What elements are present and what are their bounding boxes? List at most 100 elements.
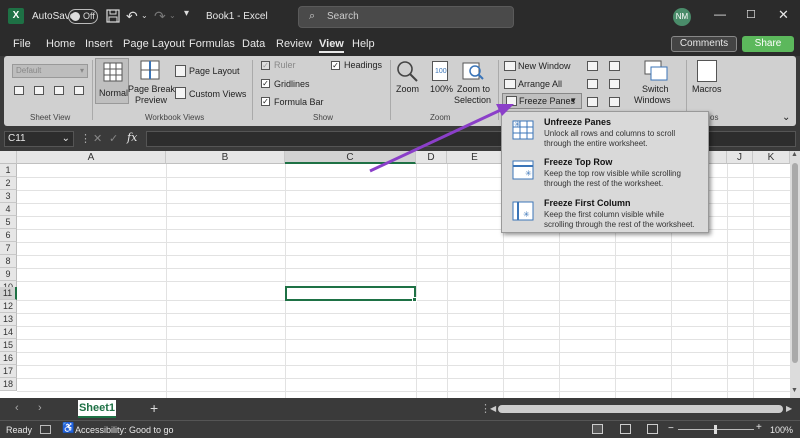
row-header[interactable]: 4 (0, 203, 17, 216)
search-box[interactable]: ⌕ Search (298, 6, 514, 28)
page-layout-button[interactable]: Page Layout (189, 66, 240, 76)
gridlines-checkbox[interactable]: ✓ (261, 79, 270, 88)
unhide-icon[interactable] (587, 97, 598, 107)
column-header[interactable]: K (753, 151, 790, 164)
sheet-view-exit-icon[interactable] (34, 86, 44, 95)
headings-checkbox[interactable]: ✓ (331, 61, 340, 70)
arrange-all-button[interactable]: Arrange All (518, 79, 562, 89)
scroll-down-icon[interactable]: ▼ (791, 387, 798, 394)
row-header[interactable]: 13 (0, 313, 17, 326)
row-header[interactable]: 18 (0, 378, 17, 391)
menu-review[interactable]: Review (276, 38, 312, 50)
menu-item-freeze-first-column[interactable]: ✳ Freeze First Column Keep the first col… (502, 195, 708, 233)
menu-page-layout[interactable]: Page Layout (123, 38, 185, 50)
scroll-up-icon[interactable]: ▲ (791, 151, 798, 158)
selected-cell-c11[interactable] (285, 286, 416, 301)
column-header[interactable]: B (166, 151, 285, 164)
sheet-view-dropdown[interactable]: Default ▾ (12, 64, 88, 78)
menu-item-unfreeze-panes[interactable]: ✳ Unfreeze Panes Unlock all rows and col… (502, 114, 708, 152)
menu-formulas[interactable]: Formulas (189, 38, 235, 50)
normal-view-button[interactable]: Normal (95, 58, 129, 104)
prev-sheet-icon[interactable]: ‹ (15, 402, 19, 414)
redo-dropdown-icon[interactable]: ⌄ (169, 11, 176, 20)
synchronous-scrolling-icon[interactable] (609, 79, 620, 89)
ribbon-collapse-icon[interactable]: ⌄ (782, 112, 790, 123)
column-header[interactable]: A (17, 151, 166, 164)
macros-icon[interactable] (697, 60, 717, 82)
menu-insert[interactable]: Insert (85, 38, 113, 50)
select-all-corner[interactable] (0, 151, 17, 164)
switch-windows-label-1[interactable]: Switch (642, 84, 669, 94)
freeze-panes-button[interactable]: Freeze Panes ▾ (502, 93, 582, 109)
maximize-icon[interactable]: ☐ (746, 8, 756, 21)
view-side-by-side-icon[interactable] (609, 61, 620, 71)
reset-window-position-icon[interactable] (609, 97, 620, 107)
column-header[interactable]: C (285, 151, 416, 164)
row-header[interactable]: 12 (0, 300, 17, 313)
zoom-selection-label-1[interactable]: Zoom to (457, 84, 490, 94)
sheet-tab-sheet1[interactable]: Sheet1 (78, 400, 116, 418)
column-header[interactable]: J (727, 151, 753, 164)
column-header[interactable]: D (416, 151, 447, 164)
page-layout-status-icon[interactable] (620, 424, 631, 434)
row-header[interactable]: 11 (0, 287, 17, 300)
close-icon[interactable]: ✕ (778, 7, 789, 23)
zoom-button[interactable]: Zoom (396, 84, 419, 94)
zoom-in-icon[interactable]: + (756, 422, 762, 433)
fill-handle[interactable] (412, 297, 417, 302)
sheet-view-options-icon[interactable] (74, 86, 84, 95)
split-icon[interactable] (587, 61, 598, 71)
row-header[interactable]: 3 (0, 190, 17, 203)
user-avatar[interactable]: NM (673, 8, 691, 26)
comments-button[interactable]: Comments (671, 36, 737, 52)
ruler-checkbox[interactable]: ✓ (261, 61, 270, 70)
macro-record-icon[interactable] (40, 425, 51, 434)
row-header[interactable]: 2 (0, 177, 17, 190)
menu-home[interactable]: Home (46, 38, 75, 50)
add-sheet-icon[interactable]: + (150, 400, 158, 416)
more-options-icon[interactable]: ⋮ (80, 132, 91, 145)
row-header[interactable]: 17 (0, 365, 17, 378)
undo-icon[interactable]: ↶ (126, 8, 138, 25)
row-header[interactable]: 7 (0, 242, 17, 255)
normal-view-status-icon[interactable] (592, 424, 603, 434)
row-header[interactable]: 8 (0, 255, 17, 268)
column-header[interactable]: E (447, 151, 503, 164)
undo-dropdown-icon[interactable]: ⌄ (141, 11, 148, 20)
scroll-right-icon[interactable]: ▶ (786, 404, 792, 413)
page-break-label-1[interactable]: Page Break (128, 84, 175, 94)
zoom-out-icon[interactable]: − (668, 423, 674, 434)
custom-views-button[interactable]: Custom Views (189, 89, 246, 99)
row-header[interactable]: 1 (0, 164, 17, 177)
share-button[interactable]: Share (742, 36, 794, 52)
macros-button[interactable]: Macros (692, 84, 722, 94)
zoom-to-selection-icon[interactable] (462, 60, 484, 82)
vertical-scrollbar[interactable]: ▲ ▼ (790, 151, 800, 398)
zoom-100-button[interactable]: 100% (430, 84, 453, 94)
hide-icon[interactable] (587, 79, 598, 89)
accessibility-status[interactable]: Accessibility: Good to go (75, 425, 174, 435)
vertical-scroll-thumb[interactable] (792, 163, 798, 363)
zoom-magnifier-icon[interactable] (396, 60, 418, 82)
menu-view[interactable]: View (319, 38, 344, 53)
zoom-level[interactable]: 100% (770, 425, 793, 435)
redo-icon[interactable]: ↷ (154, 8, 166, 25)
sheet-view-keep-icon[interactable] (14, 86, 24, 95)
customize-toolbar-icon[interactable]: ▾ (184, 8, 189, 19)
autosave-toggle[interactable]: Off (68, 9, 98, 24)
menu-help[interactable]: Help (352, 38, 375, 50)
menu-item-freeze-top-row[interactable]: ✳ Freeze Top Row Keep the top row visibl… (502, 154, 708, 192)
new-window-button[interactable]: New Window (518, 61, 571, 71)
menu-data[interactable]: Data (242, 38, 265, 50)
scroll-left-icon[interactable]: ◀ (490, 404, 496, 413)
minimize-icon[interactable]: — (714, 7, 726, 21)
confirm-entry-icon[interactable]: ✓ (109, 132, 118, 145)
save-icon[interactable] (106, 9, 120, 23)
cancel-entry-icon[interactable]: ✕ (93, 132, 102, 145)
zoom-slider-thumb[interactable] (714, 425, 717, 434)
formula-bar-checkbox[interactable]: ✓ (261, 97, 270, 106)
row-header[interactable]: 14 (0, 326, 17, 339)
page-break-status-icon[interactable] (647, 424, 658, 434)
row-header[interactable]: 9 (0, 268, 17, 281)
row-header[interactable]: 16 (0, 352, 17, 365)
